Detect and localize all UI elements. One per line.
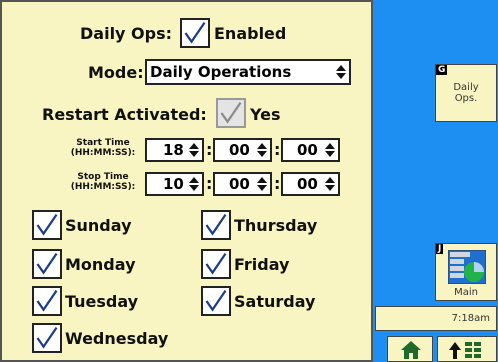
start-time-label-line2: (HH:MM:SS): xyxy=(70,148,136,158)
softkey-letter: G xyxy=(436,65,448,75)
start-time-label-line1: Start Time xyxy=(76,138,130,148)
start-minute-value: 00 xyxy=(229,141,250,159)
restart-activated-value: Yes xyxy=(250,105,281,124)
tuesday-checkbox[interactable] xyxy=(32,286,62,316)
updown-arrows-icon xyxy=(336,65,346,79)
main-soft-button[interactable]: J Main xyxy=(435,243,497,301)
daily-ops-button-label: Daily Ops. xyxy=(436,82,496,104)
daily-ops-button-line2: Ops. xyxy=(454,93,478,104)
daily-ops-label: Daily Ops: xyxy=(80,24,173,43)
restart-activated-checkbox xyxy=(216,98,246,128)
stop-hour-spinner[interactable]: 10 xyxy=(145,172,204,196)
thursday-checkbox[interactable] xyxy=(201,210,231,240)
clock-text: 7:18am xyxy=(451,313,490,324)
time-separator: : xyxy=(206,140,213,159)
updown-arrows-icon xyxy=(257,177,267,191)
checkmark-icon xyxy=(220,101,242,124)
sunday-checkbox[interactable] xyxy=(32,210,62,240)
stop-minute-spinner[interactable]: 00 xyxy=(213,172,272,196)
daily-ops-soft-button[interactable]: G Daily Ops. xyxy=(435,64,497,122)
time-separator: : xyxy=(274,140,281,159)
start-hour-value: 18 xyxy=(163,141,184,159)
saturday-label: Saturday xyxy=(234,292,316,311)
time-separator: : xyxy=(206,174,213,193)
time-separator: : xyxy=(274,174,281,193)
saturday-checkbox[interactable] xyxy=(201,286,231,316)
stop-minute-value: 00 xyxy=(229,175,250,193)
monday-checkbox[interactable] xyxy=(32,249,62,279)
wednesday-label: Wednesday xyxy=(65,329,169,348)
home-icon xyxy=(401,341,421,359)
thursday-label: Thursday xyxy=(234,216,318,235)
mode-select[interactable]: Daily Operations xyxy=(145,59,351,85)
menu-button[interactable] xyxy=(437,336,497,362)
daily-ops-panel: Daily Ops: Enabled Mode: Daily Operation… xyxy=(0,0,373,362)
checkmark-icon xyxy=(36,252,58,275)
main-screen-icon xyxy=(448,250,486,284)
updown-arrows-icon xyxy=(189,177,199,191)
daily-ops-checkbox[interactable] xyxy=(180,18,210,48)
start-second-value: 00 xyxy=(297,141,318,159)
checkmark-icon xyxy=(36,326,58,349)
sunday-label: Sunday xyxy=(65,216,132,235)
checkmark-icon xyxy=(36,289,58,312)
mode-select-value: Daily Operations xyxy=(150,63,292,81)
stop-second-value: 00 xyxy=(297,175,318,193)
updown-arrows-icon xyxy=(325,177,335,191)
monday-label: Monday xyxy=(65,255,136,274)
start-minute-spinner[interactable]: 00 xyxy=(213,138,272,162)
stop-time-label: Stop Time (HH:MM:SS): xyxy=(64,172,142,192)
updown-arrows-icon xyxy=(325,143,335,157)
start-time-label: Start Time (HH:MM:SS): xyxy=(64,138,142,158)
updown-arrows-icon xyxy=(257,143,267,157)
checkmark-icon xyxy=(36,213,58,236)
stop-time-label-line1: Stop Time xyxy=(77,172,129,182)
clock-display: 7:18am xyxy=(375,306,497,331)
friday-checkbox[interactable] xyxy=(201,249,231,279)
wednesday-checkbox[interactable] xyxy=(32,323,62,353)
restart-activated-label: Restart Activated: xyxy=(42,105,207,124)
stop-second-spinner[interactable]: 00 xyxy=(281,172,340,196)
stop-hour-value: 10 xyxy=(163,175,184,193)
daily-ops-value: Enabled xyxy=(214,24,287,43)
stop-time-label-line2: (HH:MM:SS): xyxy=(70,182,136,192)
checkmark-icon xyxy=(205,289,227,312)
tuesday-label: Tuesday xyxy=(65,292,139,311)
start-hour-spinner[interactable]: 18 xyxy=(145,138,204,162)
home-button[interactable] xyxy=(387,336,433,362)
mode-label: Mode: xyxy=(88,63,144,82)
softkey-letter: J xyxy=(436,244,444,254)
checkmark-icon xyxy=(184,21,206,44)
up-arrow-menu-icon xyxy=(449,342,481,359)
checkmark-icon xyxy=(205,252,227,275)
sidebar: G Daily Ops. J Main 7:18am xyxy=(373,0,498,362)
checkmark-icon xyxy=(205,213,227,236)
start-second-spinner[interactable]: 00 xyxy=(281,138,340,162)
main-button-label: Main xyxy=(454,287,478,298)
updown-arrows-icon xyxy=(189,143,199,157)
friday-label: Friday xyxy=(234,255,290,274)
daily-ops-button-line1: Daily xyxy=(453,82,479,93)
